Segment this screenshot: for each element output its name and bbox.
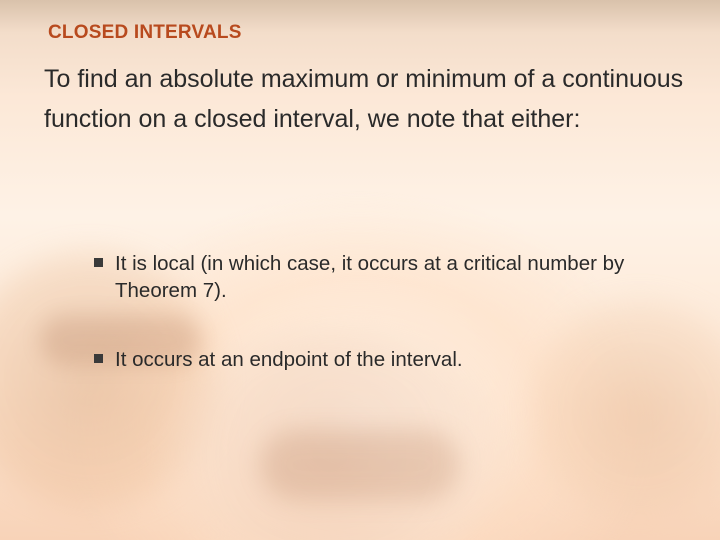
- list-item-text: It occurs at an endpoint of the interval…: [115, 346, 634, 373]
- bullet-list: It is local (in which case, it occurs at…: [94, 250, 634, 415]
- square-bullet-icon: [94, 354, 103, 363]
- slide-heading: CLOSED INTERVALS: [48, 22, 242, 44]
- square-bullet-icon: [94, 258, 103, 267]
- background-blob: [260, 430, 460, 500]
- list-item: It is local (in which case, it occurs at…: [94, 250, 634, 304]
- list-item: It occurs at an endpoint of the interval…: [94, 346, 634, 373]
- slide-paragraph: To find an absolute maximum or minimum o…: [44, 60, 684, 139]
- list-item-text: It is local (in which case, it occurs at…: [115, 250, 634, 304]
